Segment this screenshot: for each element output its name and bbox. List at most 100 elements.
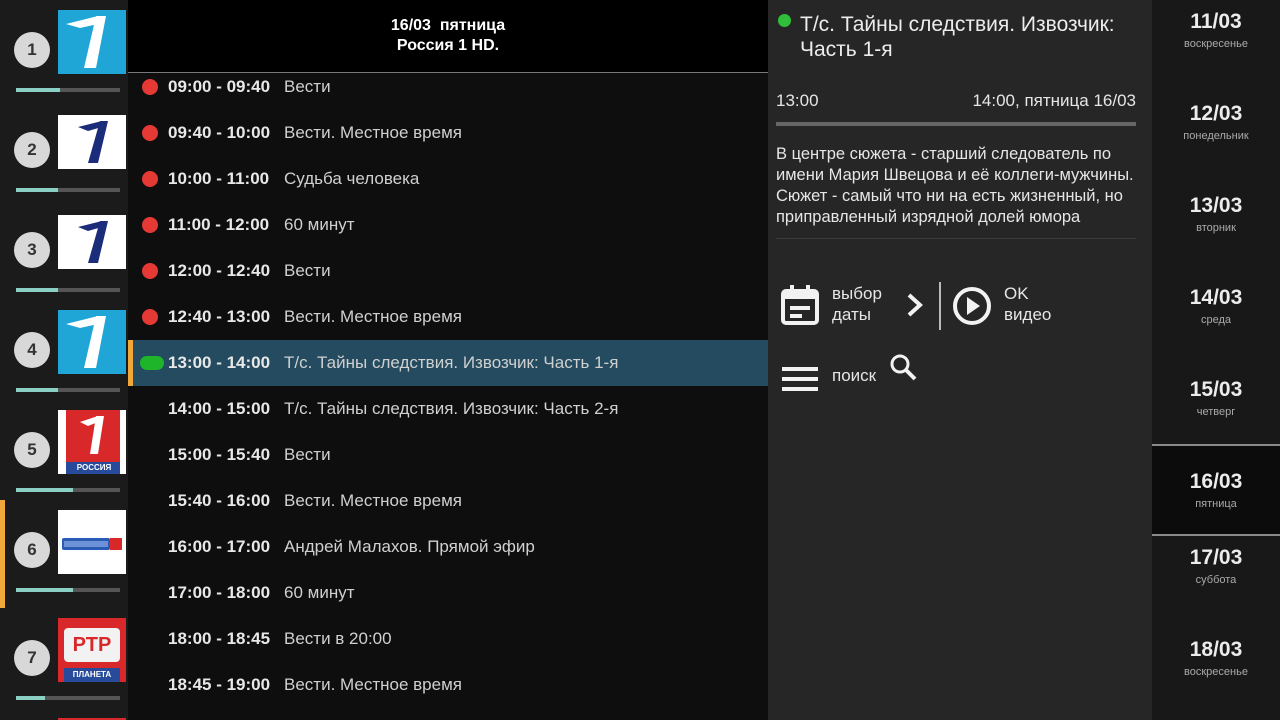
program-name: Вести	[284, 261, 331, 280]
program-row[interactable]: 15:00 - 15:40 Вести	[128, 432, 768, 478]
date-item[interactable]: 12/03 понедельник	[1152, 92, 1280, 184]
date-weekday: вторник	[1196, 222, 1236, 234]
recorded-dot-icon	[142, 309, 158, 325]
date-item[interactable]: 14/03 среда	[1152, 276, 1280, 368]
program-row[interactable]: 09:00 - 09:40 Вести	[128, 64, 768, 110]
program-row[interactable]: 15:40 - 16:00 Вести. Местное время	[128, 478, 768, 524]
perviy-russia-logo-icon: РОССИЯ	[58, 410, 126, 474]
channel-progress-bar	[16, 696, 120, 700]
channel-progress-bar	[16, 588, 120, 592]
program-time: 16:00 - 17:00	[168, 537, 271, 556]
program-name: Судьба человека	[284, 169, 420, 188]
date-select-button[interactable]: выбор даты	[832, 283, 882, 325]
date-weekday: пятница	[1195, 498, 1237, 510]
program-row[interactable]: 10:00 - 11:00 Судьба человека	[128, 156, 768, 202]
perviy-logo-cyan-icon	[58, 310, 126, 374]
schedule-channel-name: Россия 1 HD.	[396, 37, 500, 54]
date-select-label-1: выбор	[832, 284, 882, 303]
channel-number: 1	[14, 32, 50, 68]
channel-item-8[interactable]	[0, 712, 128, 720]
channel-progress-bar	[16, 388, 120, 392]
program-name: Вести. Местное время	[284, 675, 462, 694]
date-weekday: воскресенье	[1184, 666, 1248, 678]
channel-number: 7	[14, 640, 50, 676]
program-time: 14:00 - 15:00	[168, 399, 271, 418]
program-time: 17:00 - 18:00	[168, 583, 271, 602]
search-button[interactable]: поиск	[832, 366, 876, 386]
date-weekday: среда	[1200, 314, 1232, 326]
play-icon[interactable]	[952, 286, 992, 326]
channel-number: 3	[14, 232, 50, 268]
date-item[interactable]: 13/03 вторник	[1152, 184, 1280, 276]
channel-item-6[interactable]: 6	[0, 500, 128, 608]
date-item[interactable]: 17/03 суббота	[1152, 536, 1280, 628]
recorded-dot-icon	[142, 125, 158, 141]
program-progress-bar	[776, 122, 1136, 126]
date-day: 11/03	[1190, 10, 1242, 33]
date-select-label-2: даты	[832, 305, 872, 324]
program-row[interactable]: 14:00 - 15:00 Т/с. Тайны следствия. Извоз…	[128, 386, 768, 432]
program-row[interactable]: 09:40 - 10:00 Вести. Местное время	[128, 110, 768, 156]
button-separator	[939, 282, 941, 330]
program-name: Андрей Малахов. Прямой эфир	[284, 537, 535, 556]
date-day: 13/03	[1189, 194, 1243, 217]
program-name: Т/с. Тайны следствия. Извозчик: Часть 2-…	[284, 399, 619, 418]
program-time: 18:00 - 18:45	[168, 629, 271, 648]
program-title: Т/с. Тайны следствия. Извозчик: Часть 1-…	[800, 13, 1115, 61]
program-time: 15:00 - 15:40	[168, 445, 271, 464]
date-list: 11/03 воскресенье 12/03 понедельник 13/03 вто…	[1152, 0, 1280, 720]
recorded-dot-icon	[142, 171, 158, 187]
channel-number: 2	[14, 132, 50, 168]
ok-video-button[interactable]: OK видео	[1004, 283, 1051, 325]
channel-item-5[interactable]: 5 РОССИЯ	[0, 400, 128, 500]
program-row[interactable]: 11:00 - 12:00 60 минут	[128, 202, 768, 248]
schedule-date: 16/03 пятница	[390, 17, 506, 34]
date-item[interactable]: 11/03 воскресенье	[1152, 0, 1280, 92]
channel-item-2[interactable]: 2	[0, 100, 128, 200]
channel-item-7[interactable]: 7 РТР ПЛАНЕТА	[0, 608, 128, 708]
program-time: 10:00 - 11:00	[168, 169, 270, 188]
program-row[interactable]: 13:00 - 14:00 Т/с. Тайны следствия. Извоз…	[128, 340, 768, 386]
date-item[interactable]: 16/03 пятница	[1152, 444, 1280, 536]
date-day: 14/03	[1189, 286, 1243, 309]
program-end-time: 14:00, пятница 16/03	[972, 91, 1136, 110]
date-item[interactable]: 18/03 воскресенье	[1152, 628, 1280, 720]
program-name: Т/с. Тайны следствия. Извозчик: Часть 1-…	[284, 353, 619, 372]
date-day: 15/03	[1189, 378, 1243, 401]
channel-item-3[interactable]: 3	[0, 200, 128, 300]
program-row[interactable]: 12:40 - 13:00 Вести. Местное время	[128, 294, 768, 340]
program-description: В центре сюжета - старший следователь по…	[776, 145, 1134, 226]
recorded-dot-icon	[142, 263, 158, 279]
chevron-right-icon[interactable]	[904, 292, 926, 318]
program-row[interactable]: 16:00 - 17:00 Андрей Малахов. Прямой эфир	[128, 524, 768, 570]
program-row[interactable]: 12:00 - 12:40 Вести	[128, 248, 768, 294]
program-row[interactable]: 17:00 - 18:00 60 минут	[128, 570, 768, 616]
program-name: Вести. Местное время	[284, 307, 462, 326]
program-name: Вести	[284, 77, 331, 96]
program-time: 12:00 - 12:40	[168, 261, 271, 280]
live-dot-icon	[140, 356, 164, 370]
program-row[interactable]: 18:45 - 19:00 Вести. Местное время	[128, 662, 768, 708]
channel-progress-bar	[16, 88, 120, 92]
date-day: 12/03	[1189, 102, 1243, 125]
channel-progress-bar	[16, 488, 120, 492]
menu-icon[interactable]	[782, 366, 818, 392]
schedule-header: 16/03 пятница Россия 1 HD.	[128, 0, 768, 73]
calendar-icon[interactable]	[780, 283, 820, 327]
program-name: Вести. Местное время	[284, 491, 462, 510]
program-name: 60 минут	[284, 583, 355, 602]
channel-progress-bar	[16, 188, 120, 192]
channel-item-1[interactable]: 1	[0, 0, 128, 100]
channel-progress-bar	[16, 288, 120, 292]
program-row[interactable]: 18:00 - 18:45 Вести в 20:00	[128, 616, 768, 662]
channel-number: 6	[14, 532, 50, 568]
program-time: 11:00 - 12:00	[168, 215, 270, 234]
date-day: 17/03	[1189, 546, 1243, 569]
ok-label: OK	[1004, 284, 1029, 303]
program-time: 18:45 - 19:00	[168, 675, 271, 694]
search-icon[interactable]	[889, 353, 917, 381]
logo-caption: РОССИЯ	[76, 463, 112, 472]
channel-item-4[interactable]: 4	[0, 300, 128, 400]
rtr-planeta-logo-icon: РТР ПЛАНЕТА	[58, 618, 126, 682]
channel-list: 1 2 3 4 5 РОССИЯ 6 7 РТР ПЛАНЕТА	[0, 0, 128, 720]
